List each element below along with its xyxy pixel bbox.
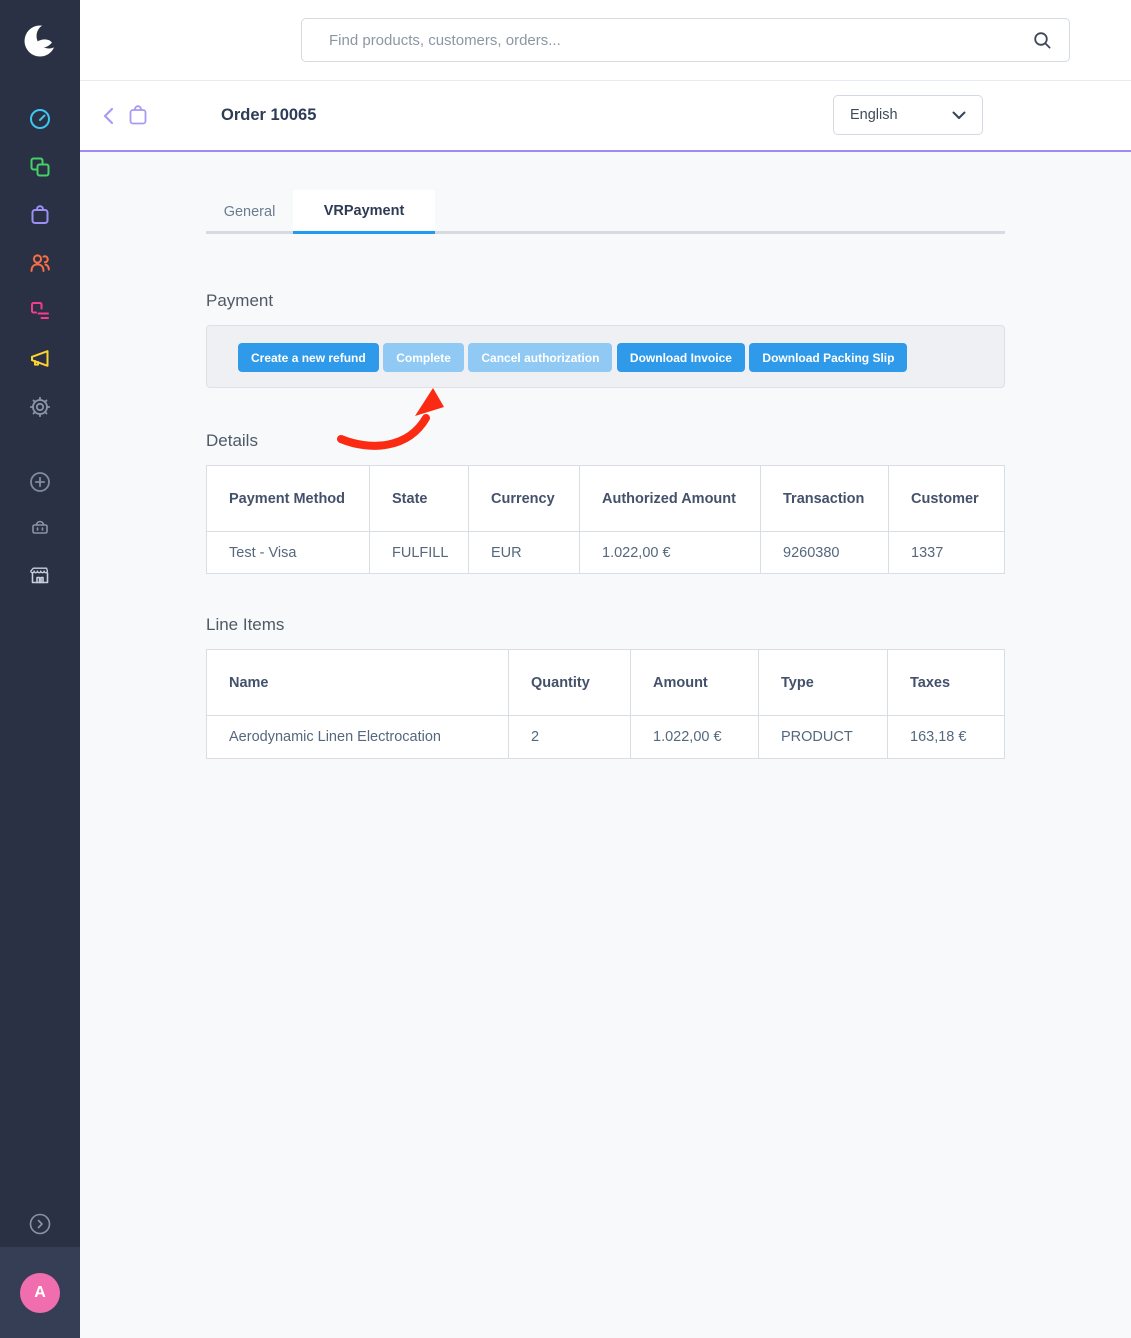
sidebar-item-dashboard[interactable] xyxy=(28,107,52,131)
add-module-icon[interactable] xyxy=(29,471,51,493)
col-name: Name xyxy=(207,650,509,715)
cancel-authorization-button[interactable]: Cancel authorization xyxy=(468,343,612,372)
tab-general[interactable]: General xyxy=(206,191,293,232)
shopware-logo-icon xyxy=(20,21,60,61)
sidebar-item-orders[interactable] xyxy=(28,203,52,227)
line-items-section-heading: Line Items xyxy=(206,615,284,635)
main-sidebar: A xyxy=(0,0,80,1338)
col-authorized-amount: Authorized Amount xyxy=(580,466,761,531)
storefront-icon[interactable] xyxy=(29,564,51,586)
cell-authorized-amount: 1.022,00 € xyxy=(580,532,761,573)
cell-name: Aerodynamic Linen Electrocation xyxy=(207,716,509,758)
language-select-value: English xyxy=(850,107,898,123)
chevron-down-icon xyxy=(952,111,966,120)
user-avatar[interactable]: A xyxy=(20,1273,60,1313)
tab-active-indicator xyxy=(293,231,435,234)
col-payment-method: Payment Method xyxy=(207,466,370,531)
top-bar xyxy=(80,0,1131,81)
language-select[interactable]: English xyxy=(833,95,983,135)
sidebar-item-customers[interactable] xyxy=(28,251,52,275)
search-input[interactable] xyxy=(302,19,1069,61)
basket-icon[interactable] xyxy=(30,517,50,537)
col-type: Type xyxy=(759,650,888,715)
back-button-icon[interactable] xyxy=(101,106,117,126)
cell-amount: 1.022,00 € xyxy=(631,716,759,758)
payment-actions: Create a new refund Complete Cancel auth… xyxy=(238,343,907,372)
cell-state: FULFILL xyxy=(370,532,469,573)
col-currency: Currency xyxy=(469,466,580,531)
global-search xyxy=(301,18,1070,62)
cell-customer: 1337 xyxy=(889,532,1004,573)
order-module-icon xyxy=(128,104,148,126)
red-arrow-annotation xyxy=(330,380,460,472)
create-refund-button[interactable]: Create a new refund xyxy=(238,343,379,372)
details-table-header: Payment Method State Currency Authorized… xyxy=(207,466,1004,531)
complete-button[interactable]: Complete xyxy=(383,343,464,372)
cell-type: PRODUCT xyxy=(759,716,888,758)
col-taxes: Taxes xyxy=(888,650,1004,715)
col-amount: Amount xyxy=(631,650,759,715)
sidebar-item-marketing[interactable] xyxy=(28,347,52,371)
col-transaction: Transaction xyxy=(761,466,889,531)
details-table: Payment Method State Currency Authorized… xyxy=(206,465,1005,574)
download-packing-slip-button[interactable]: Download Packing Slip xyxy=(749,343,907,372)
col-customer: Customer xyxy=(889,466,1004,531)
sidebar-item-settings[interactable] xyxy=(28,395,52,419)
shopware-admin-window: A Order 10065 xyxy=(0,0,1131,1338)
line-items-table-header: Name Quantity Amount Type Taxes xyxy=(207,650,1004,715)
col-quantity: Quantity xyxy=(509,650,631,715)
line-items-table-row: Aerodynamic Linen Electrocation 2 1.022,… xyxy=(207,715,1004,758)
sidebar-item-catalogues[interactable] xyxy=(28,155,52,179)
details-table-row: Test - Visa FULFILL EUR 1.022,00 € 92603… xyxy=(207,531,1004,573)
cell-quantity: 2 xyxy=(509,716,631,758)
cell-taxes: 163,18 € xyxy=(888,716,1004,758)
page-title: Order 10065 xyxy=(221,106,316,125)
line-items-table: Name Quantity Amount Type Taxes Aerodyna… xyxy=(206,649,1005,759)
cell-payment-method: Test - Visa xyxy=(207,532,370,573)
payment-section-heading: Payment xyxy=(206,291,273,311)
details-section-heading: Details xyxy=(206,431,258,451)
search-icon[interactable] xyxy=(1032,30,1053,51)
cell-currency: EUR xyxy=(469,532,580,573)
download-invoice-button[interactable]: Download Invoice xyxy=(617,343,745,372)
tab-vrpayment[interactable]: VRPayment xyxy=(293,190,435,232)
cell-transaction: 9260380 xyxy=(761,532,889,573)
sidebar-item-content[interactable] xyxy=(28,299,52,323)
col-state: State xyxy=(370,466,469,531)
expand-sidebar-icon[interactable] xyxy=(28,1212,52,1236)
